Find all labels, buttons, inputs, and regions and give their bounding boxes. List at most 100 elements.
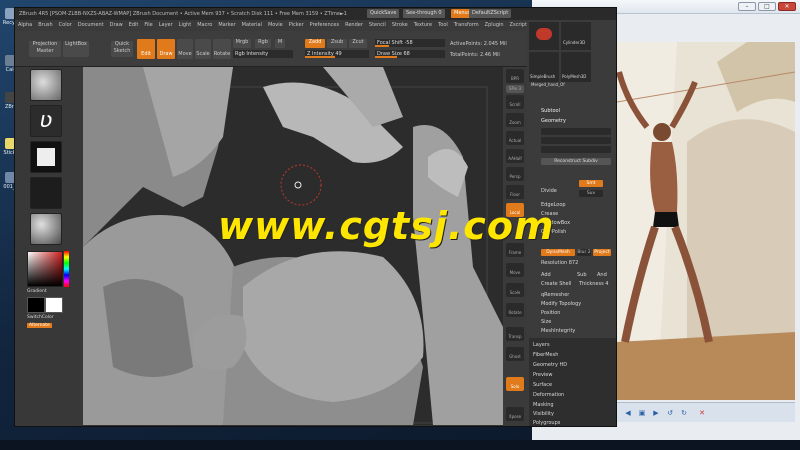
dynamesh-button[interactable]: DynaMesh xyxy=(541,249,575,256)
default-zscript-button[interactable]: DefaultZScript xyxy=(469,9,512,18)
spix-slider[interactable]: SPix 3 xyxy=(506,85,524,93)
bpr-button[interactable]: BPR xyxy=(506,69,524,83)
divide-button[interactable]: Divide xyxy=(541,188,557,194)
lightbox-button[interactable]: LightBox xyxy=(63,41,89,57)
stroke-selector[interactable]: ʋ xyxy=(30,105,62,137)
persp-button[interactable]: Persp xyxy=(506,167,524,181)
preview-header[interactable]: Preview xyxy=(533,372,552,378)
sub-button[interactable]: Sub xyxy=(577,272,587,278)
zcut-button[interactable]: Zcut xyxy=(349,39,367,48)
reconstruct-subdiv-button[interactable]: Reconstruct Subdiv xyxy=(541,158,611,165)
suv-toggle[interactable]: Suv xyxy=(579,190,603,197)
rotate-left-icon[interactable]: ↺ xyxy=(665,408,675,418)
menu-marker[interactable]: Marker xyxy=(218,22,235,28)
draw-size-slider[interactable]: Draw Size 68 xyxy=(375,50,445,58)
move-view-button[interactable]: Move xyxy=(506,263,524,277)
menu-material[interactable]: Material xyxy=(242,22,262,28)
rgb-button[interactable]: Rgb xyxy=(255,39,271,48)
menu-stencil[interactable]: Stencil xyxy=(369,22,386,28)
see-through-slider[interactable]: See-through 0 xyxy=(403,9,445,18)
close-button[interactable]: ✕ xyxy=(778,2,796,11)
geometry-row-3[interactable] xyxy=(541,146,611,153)
tool-thumb-3[interactable]: SimpleBrush xyxy=(529,52,559,82)
z-intensity-slider[interactable]: Z Intensity 49 xyxy=(305,50,369,58)
masking-header[interactable]: Masking xyxy=(533,402,554,408)
menu-picker[interactable]: Picker xyxy=(289,22,304,28)
maximize-button[interactable]: □ xyxy=(758,2,776,11)
quicksave-button[interactable]: QuickSave xyxy=(367,9,400,18)
modify-topology-header[interactable]: Modify Topology xyxy=(541,301,581,307)
draw-button[interactable]: Draw xyxy=(157,39,175,59)
color-picker[interactable] xyxy=(27,251,63,287)
delete-icon[interactable]: ✕ xyxy=(697,408,707,418)
geometry-hd-header[interactable]: Geometry HD xyxy=(533,362,567,368)
material-selector[interactable] xyxy=(30,213,62,245)
brush-selector[interactable] xyxy=(30,69,62,101)
tool-thumb-2[interactable]: Cylinder3D xyxy=(561,22,591,50)
menu-file[interactable]: File xyxy=(144,22,152,28)
scale-view-button[interactable]: Scale xyxy=(506,283,524,297)
menu-layer[interactable]: Layer xyxy=(159,22,173,28)
menu-transform[interactable]: Transform xyxy=(454,22,479,28)
fibermesh-header[interactable]: FiberMesh xyxy=(533,352,558,358)
surface-header[interactable]: Surface xyxy=(533,382,552,388)
menu-texture[interactable]: Texture xyxy=(414,22,432,28)
geometry-row-1[interactable] xyxy=(541,128,611,135)
m-button[interactable]: M xyxy=(275,39,285,48)
menu-draw[interactable]: Draw xyxy=(110,22,123,28)
layers-header[interactable]: Layers xyxy=(533,342,550,348)
menu-preferences[interactable]: Preferences xyxy=(310,22,339,28)
thickness-slider[interactable]: Thickness 4 xyxy=(579,281,608,287)
position-header[interactable]: Position xyxy=(541,310,560,316)
menu-render[interactable]: Render xyxy=(345,22,363,28)
menu-movie[interactable]: Movie xyxy=(268,22,283,28)
aahalf-button[interactable]: AAHalf xyxy=(506,149,524,163)
tool-thumb-4[interactable]: PolyMesh3D xyxy=(561,52,591,82)
hue-slider[interactable] xyxy=(64,251,69,287)
alternate-button[interactable]: Alternate xyxy=(27,323,52,328)
rotate-button[interactable]: Rotate xyxy=(213,39,231,59)
scroll-button[interactable]: Scroll xyxy=(506,95,524,109)
and-button[interactable]: And xyxy=(597,272,607,278)
zbrush-titlebar[interactable]: ZBrush 4R5 [PSOM-ZLBB-NXZS-ABAZ-WMAP] ZB… xyxy=(15,8,616,20)
menu-document[interactable]: Document xyxy=(78,22,104,28)
scale-button[interactable]: Scale xyxy=(195,39,211,59)
blur-slider[interactable]: Blur 2 xyxy=(577,249,591,256)
add-button[interactable]: Add xyxy=(541,272,551,278)
move-button[interactable]: Move xyxy=(177,39,193,59)
menu-brush[interactable]: Brush xyxy=(38,22,52,28)
secondary-color-swatch[interactable] xyxy=(45,297,63,313)
geometry-header[interactable]: Geometry xyxy=(541,118,566,124)
menu-stroke[interactable]: Stroke xyxy=(392,22,408,28)
switch-color-button[interactable]: SwitchColor xyxy=(27,315,54,320)
zadd-button[interactable]: Zadd xyxy=(305,39,325,48)
primary-color-swatch[interactable] xyxy=(27,297,45,313)
zsub-button[interactable]: Zsub xyxy=(327,39,347,48)
deformation-header[interactable]: Deformation xyxy=(533,392,564,398)
next-icon[interactable]: ▶ xyxy=(651,408,661,418)
floor-button[interactable]: Floor xyxy=(506,185,524,199)
rotate-right-icon[interactable]: ↻ xyxy=(679,408,689,418)
menu-zscript[interactable]: Zscript xyxy=(510,22,527,28)
geometry-row-2[interactable] xyxy=(541,137,611,144)
project-toggle[interactable]: Project xyxy=(593,249,611,256)
texture-selector[interactable] xyxy=(30,177,62,209)
minimize-button[interactable]: – xyxy=(738,2,756,11)
zoom-button[interactable]: Zoom xyxy=(506,113,524,127)
actual-button[interactable]: Actual xyxy=(506,131,524,145)
edit-button[interactable]: Edit xyxy=(137,39,155,59)
subtool-header[interactable]: Subtool xyxy=(541,108,560,114)
size-header[interactable]: Size xyxy=(541,319,551,325)
menu-color[interactable]: Color xyxy=(59,22,72,28)
previous-icon[interactable]: ◀ xyxy=(623,408,633,418)
mesh-integrity-header[interactable]: MeshIntegrity xyxy=(541,328,575,334)
menu-macro[interactable]: Macro xyxy=(197,22,212,28)
smt-toggle[interactable]: Smt xyxy=(579,180,603,187)
polygroups-header[interactable]: Polygroups xyxy=(533,420,560,426)
rotate-view-button[interactable]: Rotate xyxy=(506,303,524,317)
slideshow-icon[interactable]: ▣ xyxy=(637,408,647,418)
rgb-intensity-slider[interactable]: Rgb Intensity xyxy=(233,50,293,58)
alpha-selector[interactable] xyxy=(30,141,62,173)
create-shell-button[interactable]: Create Shell xyxy=(541,281,571,287)
menu-tool[interactable]: Tool xyxy=(438,22,448,28)
